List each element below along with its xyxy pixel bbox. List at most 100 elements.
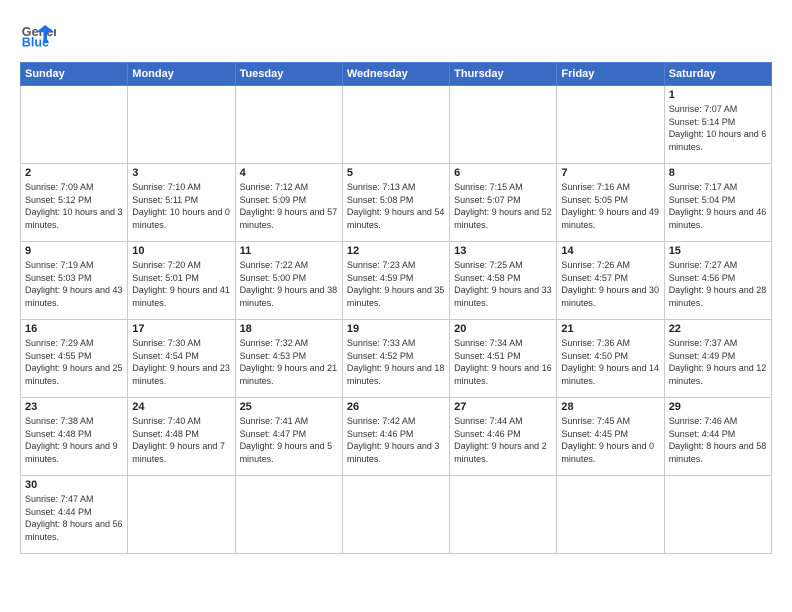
day-info: Sunrise: 7:27 AM Sunset: 4:56 PM Dayligh… [669, 259, 767, 309]
day-info: Sunrise: 7:36 AM Sunset: 4:50 PM Dayligh… [561, 337, 659, 387]
calendar-table: SundayMondayTuesdayWednesdayThursdayFrid… [20, 62, 772, 554]
calendar-cell: 22 Sunrise: 7:37 AM Sunset: 4:49 PM Dayli… [664, 320, 771, 398]
day-number: 8 [669, 167, 767, 179]
day-number: 3 [132, 167, 230, 179]
calendar-header-saturday: Saturday [664, 63, 771, 86]
calendar-cell: 29 Sunrise: 7:46 AM Sunset: 4:44 PM Dayli… [664, 398, 771, 476]
calendar-cell: 6Sunrise: 7:15 AM Sunset: 5:07 PM Daylig… [450, 164, 557, 242]
calendar-cell [128, 86, 235, 164]
day-info: Sunrise: 7:44 AM Sunset: 4:46 PM Dayligh… [454, 415, 552, 465]
calendar-cell: 25Sunrise: 7:41 AM Sunset: 4:47 PM Dayli… [235, 398, 342, 476]
calendar-cell: 10 Sunrise: 7:20 AM Sunset: 5:01 PM Dayli… [128, 242, 235, 320]
day-number: 19 [347, 323, 445, 335]
calendar-cell [664, 476, 771, 554]
day-info: Sunrise: 7:47 AM Sunset: 4:44 PM Dayligh… [25, 493, 123, 543]
day-info: Sunrise: 7:41 AM Sunset: 4:47 PM Dayligh… [240, 415, 338, 465]
calendar-cell: 24Sunrise: 7:40 AM Sunset: 4:48 PM Dayli… [128, 398, 235, 476]
calendar-cell: 11 Sunrise: 7:22 AM Sunset: 5:00 PM Dayli… [235, 242, 342, 320]
day-number: 5 [347, 167, 445, 179]
day-info: Sunrise: 7:16 AM Sunset: 5:05 PM Dayligh… [561, 181, 659, 231]
calendar-cell [342, 476, 449, 554]
day-info: Sunrise: 7:46 AM Sunset: 4:44 PM Dayligh… [669, 415, 767, 465]
calendar-cell [557, 86, 664, 164]
day-number: 1 [669, 89, 767, 101]
day-info: Sunrise: 7:09 AM Sunset: 5:12 PM Dayligh… [25, 181, 123, 231]
day-number: 17 [132, 323, 230, 335]
calendar-cell: 17Sunrise: 7:30 AM Sunset: 4:54 PM Dayli… [128, 320, 235, 398]
calendar-cell: 16Sunrise: 7:29 AM Sunset: 4:55 PM Dayli… [21, 320, 128, 398]
calendar-cell: 27 Sunrise: 7:44 AM Sunset: 4:46 PM Dayli… [450, 398, 557, 476]
day-number: 2 [25, 167, 123, 179]
day-number: 13 [454, 245, 552, 257]
day-info: Sunrise: 7:22 AM Sunset: 5:00 PM Dayligh… [240, 259, 338, 309]
calendar-header-tuesday: Tuesday [235, 63, 342, 86]
day-info: Sunrise: 7:37 AM Sunset: 4:49 PM Dayligh… [669, 337, 767, 387]
day-number: 6 [454, 167, 552, 179]
calendar-cell: 15 Sunrise: 7:27 AM Sunset: 4:56 PM Dayli… [664, 242, 771, 320]
logo: General Blue [20, 16, 56, 52]
day-number: 26 [347, 401, 445, 413]
calendar-header-friday: Friday [557, 63, 664, 86]
day-number: 18 [240, 323, 338, 335]
calendar-cell: 19Sunrise: 7:33 AM Sunset: 4:52 PM Dayli… [342, 320, 449, 398]
day-number: 7 [561, 167, 659, 179]
calendar-week-row: 23Sunrise: 7:38 AM Sunset: 4:48 PM Dayli… [21, 398, 772, 476]
day-info: Sunrise: 7:29 AM Sunset: 4:55 PM Dayligh… [25, 337, 123, 387]
calendar-header-sunday: Sunday [21, 63, 128, 86]
day-info: Sunrise: 7:42 AM Sunset: 4:46 PM Dayligh… [347, 415, 445, 465]
day-number: 29 [669, 401, 767, 413]
calendar-cell: 23Sunrise: 7:38 AM Sunset: 4:48 PM Dayli… [21, 398, 128, 476]
calendar-cell [450, 476, 557, 554]
calendar-cell: 18 Sunrise: 7:32 AM Sunset: 4:53 PM Dayli… [235, 320, 342, 398]
calendar-cell: 5 Sunrise: 7:13 AM Sunset: 5:08 PM Daylig… [342, 164, 449, 242]
calendar-cell [342, 86, 449, 164]
calendar-week-row: 16Sunrise: 7:29 AM Sunset: 4:55 PM Dayli… [21, 320, 772, 398]
day-number: 10 [132, 245, 230, 257]
calendar-cell [450, 86, 557, 164]
calendar-cell: 1 Sunrise: 7:07 AM Sunset: 5:14 PM Daylig… [664, 86, 771, 164]
header: General Blue [20, 16, 772, 52]
calendar-week-row: 1 Sunrise: 7:07 AM Sunset: 5:14 PM Daylig… [21, 86, 772, 164]
calendar-cell: 30 Sunrise: 7:47 AM Sunset: 4:44 PM Dayli… [21, 476, 128, 554]
day-info: Sunrise: 7:32 AM Sunset: 4:53 PM Dayligh… [240, 337, 338, 387]
day-info: Sunrise: 7:13 AM Sunset: 5:08 PM Dayligh… [347, 181, 445, 231]
day-number: 30 [25, 479, 123, 491]
day-number: 20 [454, 323, 552, 335]
calendar-header-wednesday: Wednesday [342, 63, 449, 86]
calendar-cell: 2 Sunrise: 7:09 AM Sunset: 5:12 PM Daylig… [21, 164, 128, 242]
calendar-cell: 3Sunrise: 7:10 AM Sunset: 5:11 PM Daylig… [128, 164, 235, 242]
day-number: 23 [25, 401, 123, 413]
day-info: Sunrise: 7:20 AM Sunset: 5:01 PM Dayligh… [132, 259, 230, 309]
calendar-week-row: 9Sunrise: 7:19 AM Sunset: 5:03 PM Daylig… [21, 242, 772, 320]
day-info: Sunrise: 7:26 AM Sunset: 4:57 PM Dayligh… [561, 259, 659, 309]
calendar-cell [128, 476, 235, 554]
day-info: Sunrise: 7:34 AM Sunset: 4:51 PM Dayligh… [454, 337, 552, 387]
day-number: 22 [669, 323, 767, 335]
calendar-header-monday: Monday [128, 63, 235, 86]
day-info: Sunrise: 7:23 AM Sunset: 4:59 PM Dayligh… [347, 259, 445, 309]
calendar-cell [21, 86, 128, 164]
day-info: Sunrise: 7:07 AM Sunset: 5:14 PM Dayligh… [669, 103, 767, 153]
calendar-cell [557, 476, 664, 554]
day-info: Sunrise: 7:45 AM Sunset: 4:45 PM Dayligh… [561, 415, 659, 465]
calendar-week-row: 2 Sunrise: 7:09 AM Sunset: 5:12 PM Daylig… [21, 164, 772, 242]
calendar-cell: 26 Sunrise: 7:42 AM Sunset: 4:46 PM Dayli… [342, 398, 449, 476]
calendar-cell: 28Sunrise: 7:45 AM Sunset: 4:45 PM Dayli… [557, 398, 664, 476]
day-number: 27 [454, 401, 552, 413]
calendar-cell: 8 Sunrise: 7:17 AM Sunset: 5:04 PM Daylig… [664, 164, 771, 242]
calendar-header-row: SundayMondayTuesdayWednesdayThursdayFrid… [21, 63, 772, 86]
day-info: Sunrise: 7:40 AM Sunset: 4:48 PM Dayligh… [132, 415, 230, 465]
day-info: Sunrise: 7:19 AM Sunset: 5:03 PM Dayligh… [25, 259, 123, 309]
day-number: 11 [240, 245, 338, 257]
calendar-cell [235, 86, 342, 164]
calendar-cell: 4Sunrise: 7:12 AM Sunset: 5:09 PM Daylig… [235, 164, 342, 242]
day-info: Sunrise: 7:17 AM Sunset: 5:04 PM Dayligh… [669, 181, 767, 231]
calendar-cell: 9Sunrise: 7:19 AM Sunset: 5:03 PM Daylig… [21, 242, 128, 320]
calendar-cell: 21Sunrise: 7:36 AM Sunset: 4:50 PM Dayli… [557, 320, 664, 398]
calendar-week-row: 30 Sunrise: 7:47 AM Sunset: 4:44 PM Dayli… [21, 476, 772, 554]
day-info: Sunrise: 7:25 AM Sunset: 4:58 PM Dayligh… [454, 259, 552, 309]
calendar-cell [235, 476, 342, 554]
calendar-cell: 14Sunrise: 7:26 AM Sunset: 4:57 PM Dayli… [557, 242, 664, 320]
logo-icon: General Blue [20, 16, 56, 52]
day-number: 15 [669, 245, 767, 257]
